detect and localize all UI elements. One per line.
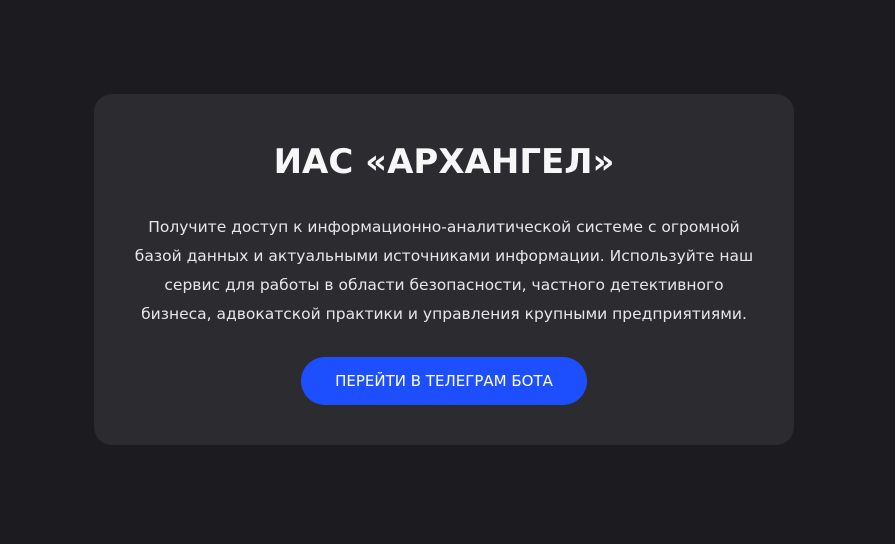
page-title: ИАС «АРХАНГЕЛ» [273,142,615,182]
description-text: Получите доступ к информационно-аналитич… [134,218,754,323]
telegram-bot-button[interactable]: ПЕРЕЙТИ В ТЕЛЕГРАМ БОТА [301,357,587,405]
promo-card: ИАС «АРХАНГЕЛ» Получите доступ к информа… [94,94,794,445]
